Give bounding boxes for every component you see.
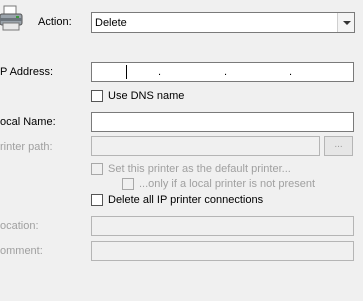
location-label: ocation: xyxy=(0,220,39,232)
use-dns-checkbox[interactable] xyxy=(91,90,103,102)
text-cursor xyxy=(126,65,127,79)
local-name-label: ocal Name: xyxy=(0,116,56,128)
default-printer-checkbox xyxy=(91,163,103,175)
comment-input xyxy=(91,241,354,261)
comment-label: omment: xyxy=(0,245,43,257)
local-name-input[interactable] xyxy=(91,112,354,132)
delete-all-label[interactable]: Delete all IP printer connections xyxy=(108,193,263,207)
ip-separator-1: . xyxy=(158,66,162,78)
delete-all-checkbox[interactable] xyxy=(91,194,103,206)
action-selected-value: Delete xyxy=(95,17,127,29)
ip-separator-2: . xyxy=(224,66,228,78)
default-printer-label: Set this printer as the default printer.… xyxy=(108,163,291,175)
only-if-local-checkbox xyxy=(122,178,134,190)
printer-path-label: rinter path: xyxy=(0,141,53,153)
use-dns-label[interactable]: Use DNS name xyxy=(108,89,184,103)
chevron-down-icon[interactable] xyxy=(337,13,354,32)
action-label: Action: xyxy=(38,16,72,28)
only-if-local-label: ...only if a local printer is not presen… xyxy=(139,178,316,190)
printer-icon xyxy=(0,5,23,31)
action-dropdown[interactable]: Delete xyxy=(91,12,355,33)
ip-address-input[interactable]: . . . xyxy=(91,62,354,82)
location-input xyxy=(91,216,354,236)
browse-button: ... xyxy=(324,136,353,156)
ip-address-label: P Address: xyxy=(0,66,53,78)
ip-separator-3: . xyxy=(289,66,293,78)
printer-path-input xyxy=(91,136,320,156)
